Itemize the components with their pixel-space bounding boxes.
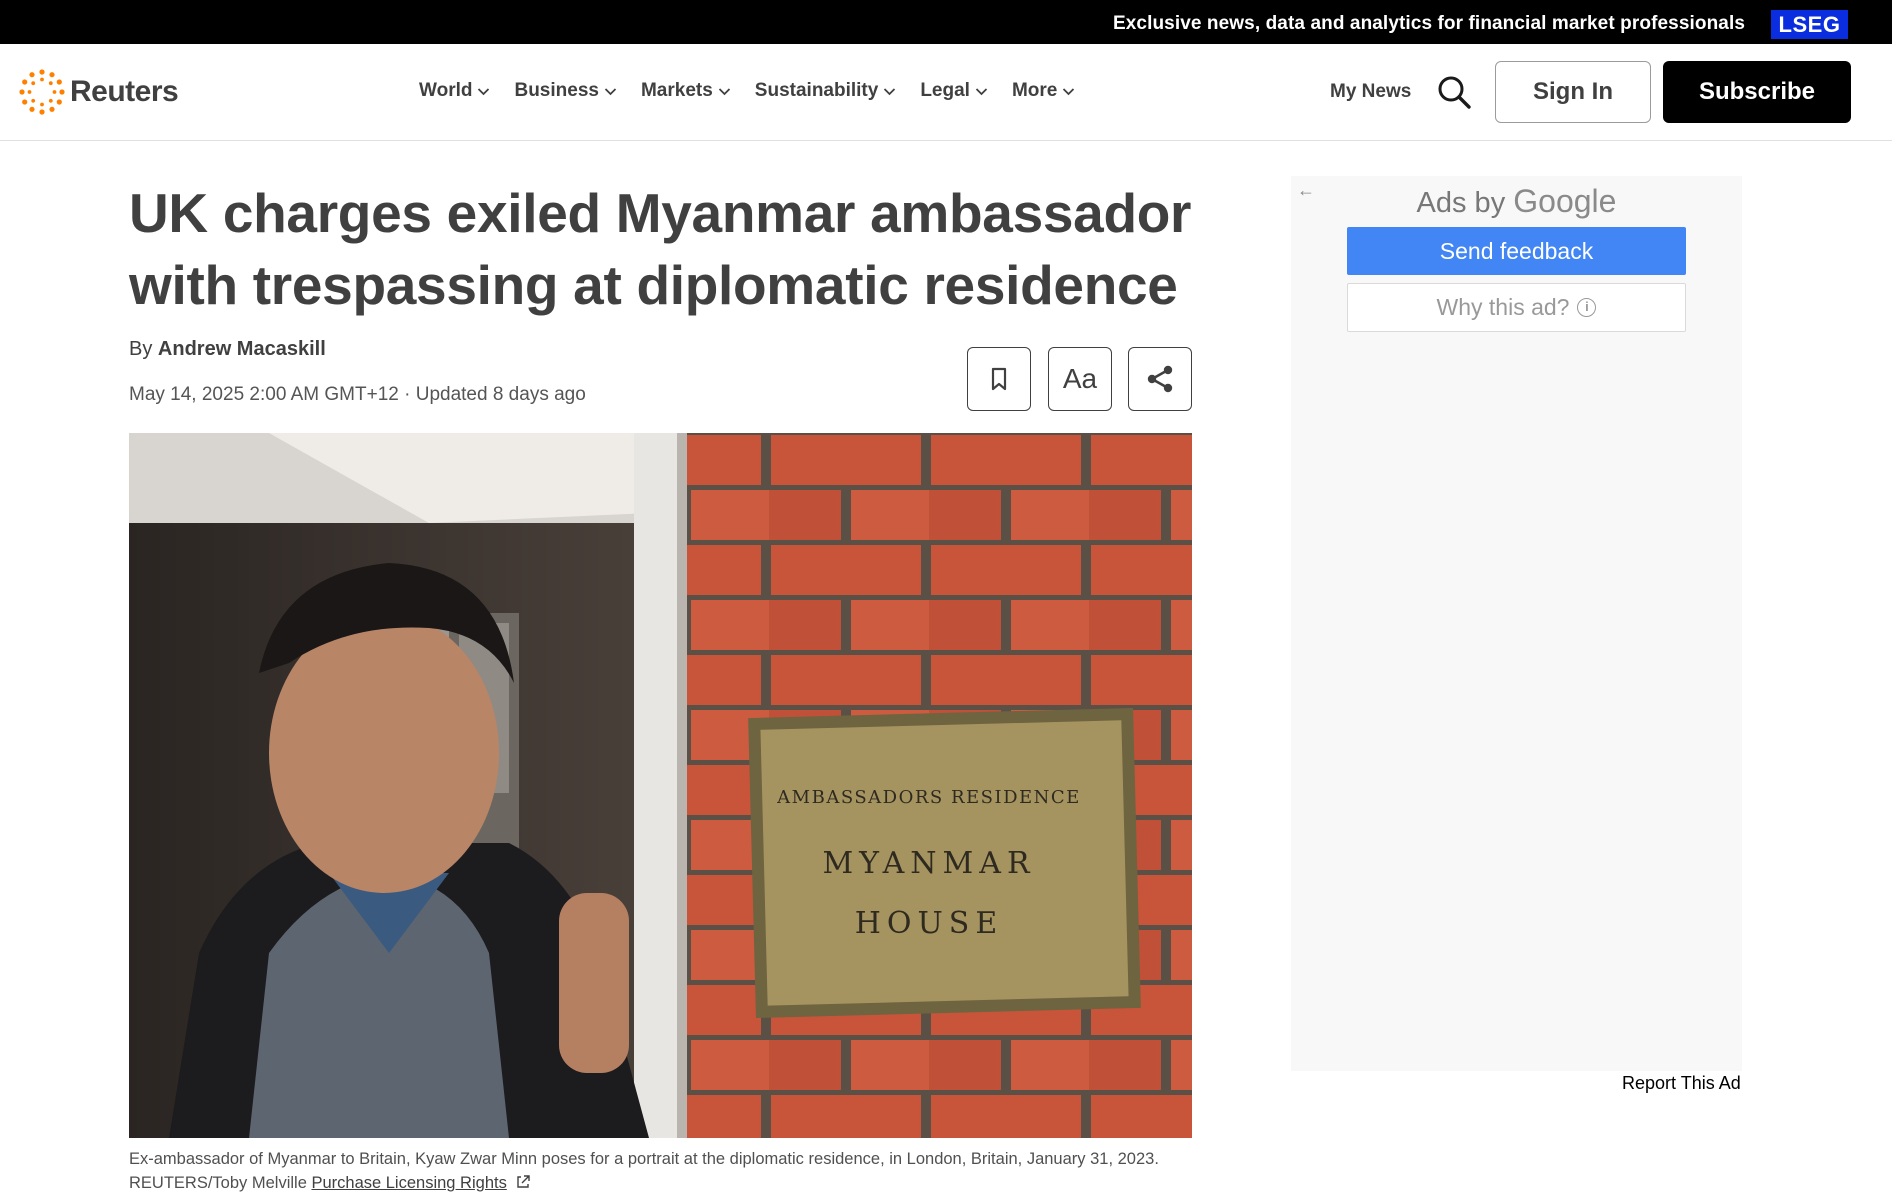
nav-world[interactable]: World xyxy=(419,80,490,102)
share-button[interactable] xyxy=(1128,347,1192,411)
nav-label: World xyxy=(419,80,473,101)
article-photo[interactable]: AMBASSADORS RESIDENCE MYANMAR HOUSE xyxy=(129,433,1192,1138)
site-header: Reuters World Business Markets Sustainab… xyxy=(0,44,1892,141)
search-icon[interactable] xyxy=(1435,73,1473,111)
reuters-wordmark: Reuters xyxy=(70,75,179,108)
nav-label: More xyxy=(1011,80,1058,101)
plaque-line-3: HOUSE xyxy=(855,906,1004,941)
caption-text: Ex-ambassador of Myanmar to Britain, Kya… xyxy=(129,1150,1159,1168)
byline-prefix: By xyxy=(129,338,153,360)
info-icon: i xyxy=(1577,298,1597,317)
nav-label: Business xyxy=(514,80,599,101)
nav-business[interactable]: Business xyxy=(514,80,617,102)
photo-credit: REUTERS/Toby Melville xyxy=(129,1174,307,1192)
text-size-button[interactable]: Aa xyxy=(1048,347,1112,411)
nav-label: Sustainability xyxy=(754,80,879,101)
reuters-logo-icon xyxy=(19,69,65,115)
ads-by-google: Ads by Google xyxy=(1291,183,1742,220)
google-wordmark: Google xyxy=(1513,183,1617,219)
promo-text[interactable]: Exclusive news, data and analytics for f… xyxy=(1113,13,1745,35)
article-headline: UK charges exiled Myanmar ambassador wit… xyxy=(129,182,1192,316)
byline: By Andrew Macaskill xyxy=(129,338,326,361)
chevron-down-icon xyxy=(604,87,617,95)
share-icon xyxy=(1147,365,1173,393)
plaque-line-2: MYANMAR xyxy=(822,846,1035,881)
plaque-line-1: AMBASSADORS RESIDENCE xyxy=(776,787,1081,808)
nav-label: Markets xyxy=(640,80,713,101)
why-this-ad-button[interactable]: Why this ad? i xyxy=(1347,283,1686,332)
nav-sustainability[interactable]: Sustainability xyxy=(755,80,897,102)
my-news-link[interactable]: My News xyxy=(1330,81,1411,103)
ads-by-label: Ads by xyxy=(1416,187,1506,219)
bookmark-icon xyxy=(991,367,1007,391)
external-link-icon[interactable] xyxy=(515,1174,531,1190)
chevron-down-icon xyxy=(975,87,988,95)
chevron-down-icon xyxy=(478,87,490,95)
ad-container: ← Ads by Google Send feedback Why this a… xyxy=(1291,176,1742,1071)
bookmark-button[interactable] xyxy=(967,347,1031,411)
caption-credit-line: REUTERS/Toby Melville Purchase Licensing… xyxy=(129,1171,1229,1195)
nav-label: Legal xyxy=(920,80,970,101)
chevron-down-icon xyxy=(884,87,896,95)
promo-bar: Exclusive news, data and analytics for f… xyxy=(0,0,1892,44)
lseg-logo[interactable]: LSEG xyxy=(1771,10,1848,39)
main-nav: World Business Markets Sustainability Le… xyxy=(419,80,1099,102)
chevron-down-icon xyxy=(718,87,730,95)
photo-illustration: AMBASSADORS RESIDENCE MYANMAR HOUSE xyxy=(129,433,1192,1138)
nav-markets[interactable]: Markets xyxy=(641,80,731,102)
send-feedback-button[interactable]: Send feedback xyxy=(1347,227,1686,275)
subscribe-button[interactable]: Subscribe xyxy=(1663,61,1851,123)
purchase-licensing-link[interactable]: Purchase Licensing Rights xyxy=(311,1174,506,1192)
text-size-label: Aa xyxy=(1062,363,1098,394)
chevron-down-icon xyxy=(1063,87,1075,95)
reuters-logo[interactable]: Reuters xyxy=(18,68,179,116)
why-this-ad-label: Why this ad? xyxy=(1436,294,1570,320)
report-ad-link[interactable]: Report This Ad xyxy=(1622,1073,1741,1094)
photo-caption: Ex-ambassador of Myanmar to Britain, Kya… xyxy=(129,1147,1229,1195)
nav-more[interactable]: More xyxy=(1012,80,1075,102)
article-dateline: May 14, 2025 2:00 AM GMT+12 · Updated 8 … xyxy=(129,384,586,405)
nav-legal[interactable]: Legal xyxy=(920,80,988,102)
author-link[interactable]: Andrew Macaskill xyxy=(158,338,326,360)
sign-in-button[interactable]: Sign In xyxy=(1495,61,1651,123)
